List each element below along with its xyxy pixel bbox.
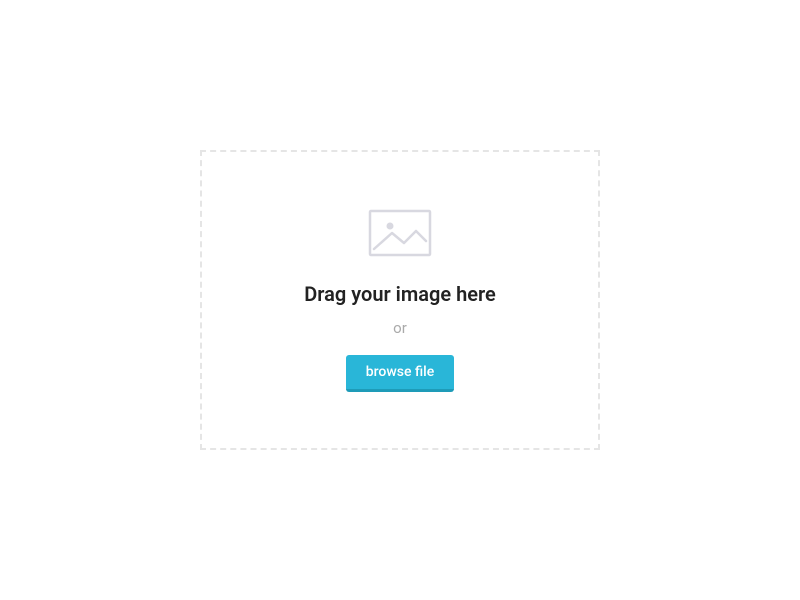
browse-file-button[interactable]: browse file: [346, 355, 454, 392]
image-dropzone[interactable]: Drag your image here or browse file: [200, 150, 600, 450]
dropzone-heading: Drag your image here: [304, 281, 496, 307]
dropzone-or-label: or: [393, 319, 407, 337]
image-placeholder-icon: [368, 209, 432, 257]
